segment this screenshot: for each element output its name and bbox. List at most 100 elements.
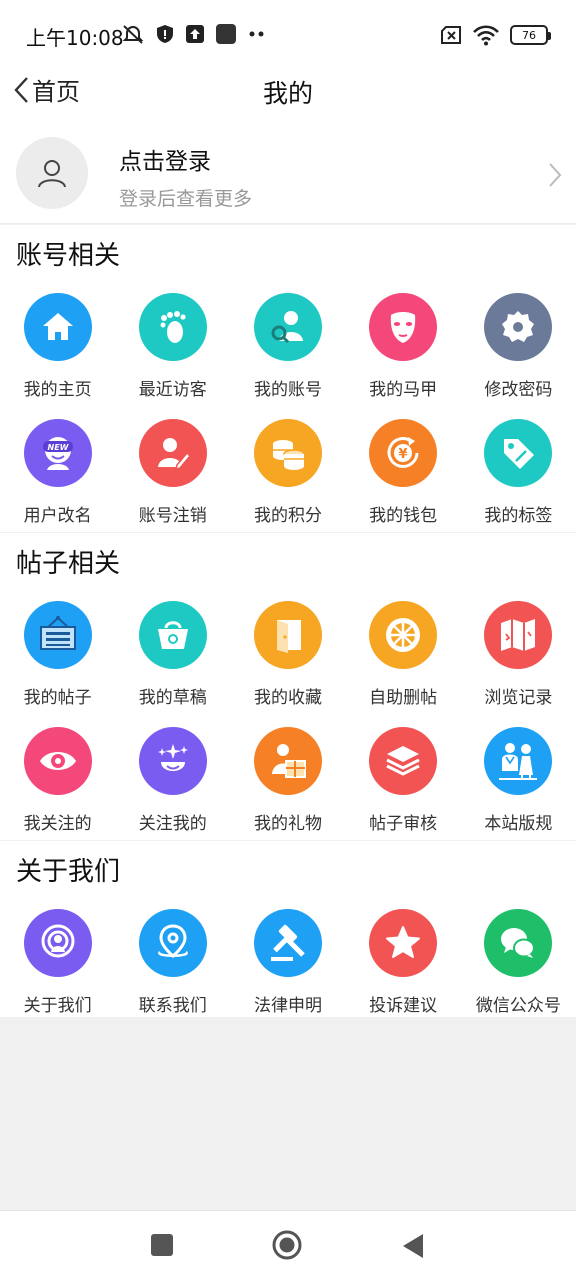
menu-item-post-review[interactable]: 帖子审核 bbox=[346, 717, 461, 843]
menu-item-label: 用户改名 bbox=[23, 506, 92, 526]
menu-item-my-gifts[interactable]: 我的礼物 bbox=[230, 717, 345, 843]
login-subtitle: 登录后查看更多 bbox=[119, 188, 253, 210]
star-icon bbox=[369, 909, 438, 977]
menu-item-label: 我的账号 bbox=[253, 380, 322, 400]
menu-item-my-homepage[interactable]: 我的主页 bbox=[0, 283, 115, 409]
chevron-right-icon bbox=[549, 163, 562, 187]
menu-item-self-delete-post[interactable]: 自助删帖 bbox=[346, 591, 461, 717]
menu-item-label: 微信公众号 bbox=[475, 996, 561, 1016]
menu-item-label: 我的钱包 bbox=[369, 506, 438, 526]
tag-icon bbox=[484, 419, 553, 487]
more-dots-icon bbox=[249, 31, 264, 37]
upload-icon bbox=[186, 25, 204, 43]
map-icon bbox=[484, 601, 553, 669]
menu-item-my-posts[interactable]: 我的帖子 bbox=[0, 591, 115, 717]
menu-item-label: 联系我们 bbox=[138, 996, 207, 1016]
section-about: 关于我们 关于我们 联系我们 法律申明 投诉建议 微信公众号 bbox=[0, 841, 576, 1017]
status-notification-icons bbox=[122, 23, 266, 45]
menu-item-site-rules[interactable]: 本站版规 bbox=[461, 717, 576, 843]
yuan-refresh-icon: ¥ bbox=[369, 419, 438, 487]
wifi-icon bbox=[473, 25, 499, 46]
menu-item-label: 我的收藏 bbox=[253, 688, 322, 708]
recent-apps-icon[interactable] bbox=[150, 1233, 174, 1257]
menu-item-label: 最近访客 bbox=[138, 380, 207, 400]
rules-people-icon bbox=[484, 727, 553, 795]
user-edit-icon bbox=[138, 419, 207, 487]
footprint-icon bbox=[138, 293, 207, 361]
system-nav-bar bbox=[0, 1210, 576, 1280]
layers-icon bbox=[369, 727, 438, 795]
menu-item-about-us[interactable]: 关于我们 bbox=[0, 899, 115, 1025]
menu-item-label: 法律申明 bbox=[253, 996, 322, 1016]
bell-off-icon bbox=[122, 25, 144, 44]
mask-icon bbox=[369, 293, 438, 361]
door-icon bbox=[253, 601, 322, 669]
location-pin-icon bbox=[138, 909, 207, 977]
menu-item-label: 浏览记录 bbox=[484, 688, 553, 708]
menu-item-label: 我的主页 bbox=[23, 380, 92, 400]
section-title: 账号相关 bbox=[16, 241, 121, 271]
avatar bbox=[16, 137, 88, 209]
signboard-icon bbox=[23, 601, 92, 669]
status-time: 上午10:08 bbox=[26, 26, 124, 50]
status-bar: 上午10:08 76 bbox=[0, 0, 576, 68]
gear-icon bbox=[484, 293, 553, 361]
menu-item-i-follow[interactable]: 我关注的 bbox=[0, 717, 115, 843]
coins-icon bbox=[253, 419, 322, 487]
new-badge-icon: NEW bbox=[23, 419, 92, 487]
menu-item-label: 账号注销 bbox=[138, 506, 207, 526]
login-row[interactable]: 点击登录 登录后查看更多 bbox=[0, 116, 576, 224]
shield-icon bbox=[157, 25, 173, 43]
menu-item-label: 本站版规 bbox=[484, 814, 553, 834]
eye-icon bbox=[23, 727, 92, 795]
menu-item-cancel-account[interactable]: 账号注销 bbox=[115, 409, 230, 535]
aperture-icon bbox=[369, 601, 438, 669]
menu-item-label: 关于我们 bbox=[23, 996, 92, 1016]
menu-item-browse-history[interactable]: 浏览记录 bbox=[461, 591, 576, 717]
app-square-icon bbox=[216, 24, 236, 44]
section-title: 关于我们 bbox=[16, 857, 121, 887]
status-system-icons: 76 bbox=[440, 24, 551, 46]
menu-item-my-drafts[interactable]: 我的草稿 bbox=[115, 591, 230, 717]
menu-item-label: 我的马甲 bbox=[369, 380, 438, 400]
menu-item-label: 修改密码 bbox=[484, 380, 553, 400]
home-circle-icon[interactable] bbox=[272, 1230, 302, 1260]
menu-item-contact-us[interactable]: 联系我们 bbox=[115, 899, 230, 1025]
home-icon bbox=[23, 293, 92, 361]
section-title: 帖子相关 bbox=[16, 549, 121, 579]
page-title: 我的 bbox=[262, 79, 313, 108]
menu-item-label: 我的草稿 bbox=[138, 688, 207, 708]
menu-item-my-tags[interactable]: 我的标签 bbox=[461, 409, 576, 535]
menu-item-my-alias[interactable]: 我的马甲 bbox=[346, 283, 461, 409]
menu-item-change-password[interactable]: 修改密码 bbox=[461, 283, 576, 409]
nav-bar: 首页 我的 bbox=[0, 68, 576, 116]
section-posts: 帖子相关 我的帖子 我的草稿 我的收藏 自助删帖 浏览记录 我关注的 关注我的 … bbox=[0, 533, 576, 840]
star-face-icon bbox=[138, 727, 207, 795]
svg-text:NEW: NEW bbox=[47, 443, 69, 452]
gift-person-icon bbox=[253, 727, 322, 795]
menu-item-label: 投诉建议 bbox=[369, 996, 438, 1016]
section-account: 账号相关 我的主页 最近访客 我的账号 我的马甲 修改密码 NEW 用户改名 账… bbox=[0, 225, 576, 532]
menu-item-legal-statement[interactable]: 法律申明 bbox=[230, 899, 345, 1025]
menu-item-rename-user[interactable]: NEW 用户改名 bbox=[0, 409, 115, 535]
back-triangle-icon[interactable] bbox=[402, 1233, 424, 1259]
menu-item-my-wallet[interactable]: ¥ 我的钱包 bbox=[346, 409, 461, 535]
menu-item-label: 我的标签 bbox=[484, 506, 553, 526]
menu-item-wechat-official[interactable]: 微信公众号 bbox=[461, 899, 576, 1025]
wechat-icon bbox=[484, 909, 553, 977]
basket-icon bbox=[138, 601, 207, 669]
menu-item-my-favorites[interactable]: 我的收藏 bbox=[230, 591, 345, 717]
menu-item-my-points[interactable]: 我的积分 bbox=[230, 409, 345, 535]
menu-item-following-me[interactable]: 关注我的 bbox=[115, 717, 230, 843]
account-search-icon bbox=[253, 293, 322, 361]
sim-off-icon bbox=[441, 26, 461, 44]
menu-item-recent-visitors[interactable]: 最近访客 bbox=[115, 283, 230, 409]
menu-item-label: 帖子审核 bbox=[369, 814, 438, 834]
menu-item-label: 我的积分 bbox=[253, 506, 322, 526]
battery-indicator: 76 bbox=[510, 25, 551, 45]
menu-item-feedback[interactable]: 投诉建议 bbox=[346, 899, 461, 1025]
menu-item-label: 自助删帖 bbox=[369, 688, 438, 708]
menu-item-label: 我关注的 bbox=[23, 814, 92, 834]
login-title: 点击登录 bbox=[119, 149, 211, 175]
menu-item-my-account[interactable]: 我的账号 bbox=[230, 283, 345, 409]
